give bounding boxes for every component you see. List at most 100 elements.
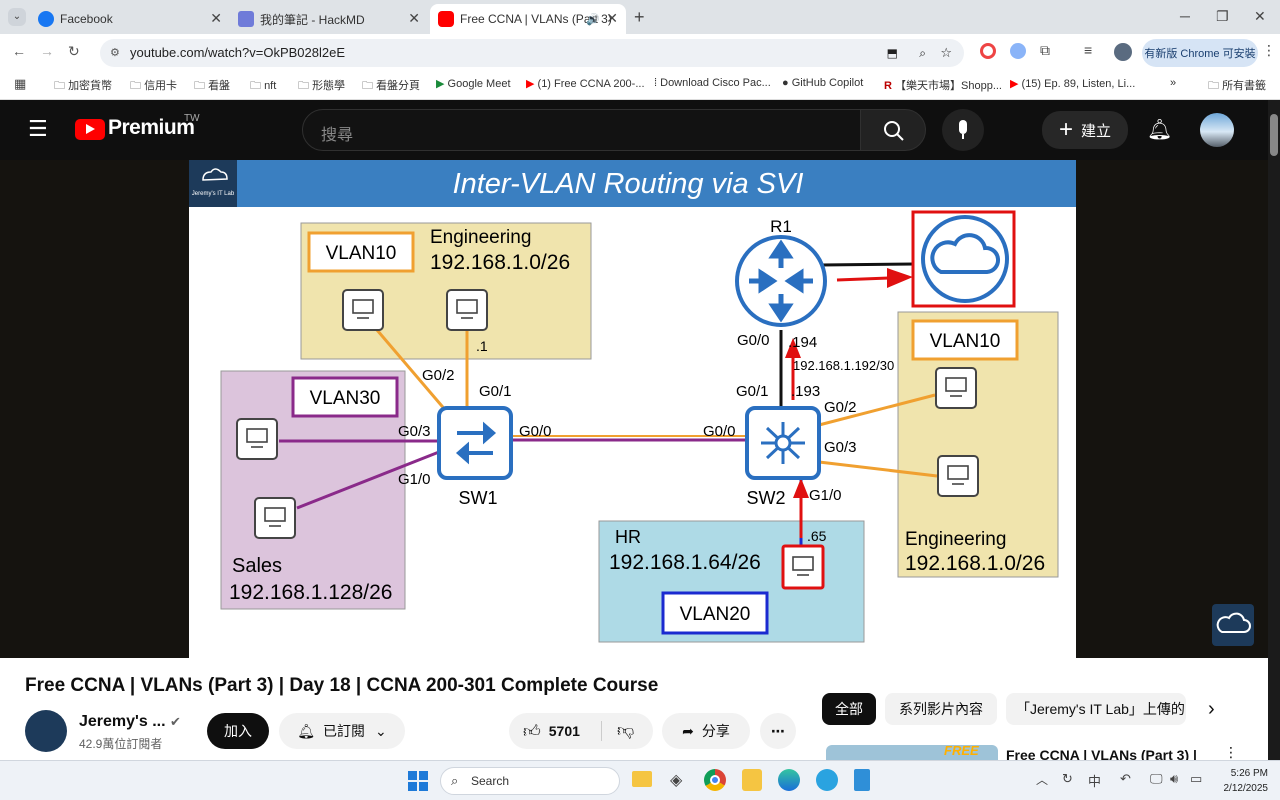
apps-grid-icon[interactable]: ▦ — [14, 76, 26, 92]
scrollbar-thumb[interactable] — [1270, 114, 1278, 156]
bookmark-item[interactable]: ⁞ Download Cisco Pac... — [654, 77, 771, 89]
chip-label: 系列影片內容 — [899, 701, 983, 717]
volume-icon[interactable]: 🔊︎ — [1170, 771, 1178, 787]
bookmark-star-icon[interactable]: ☆ — [940, 39, 952, 67]
bookmark-item[interactable]: 🗀 信用卡 — [130, 77, 177, 96]
chip-all[interactable]: 全部 — [822, 693, 876, 725]
bookmark-overflow-icon[interactable]: » — [1170, 77, 1176, 89]
telegram-icon[interactable] — [816, 769, 838, 791]
minimize-icon[interactable]: ─ — [1180, 8, 1190, 24]
extension-icon[interactable] — [1010, 43, 1026, 59]
close-window-icon[interactable]: ✕ — [1254, 8, 1266, 25]
chip-channel-uploads[interactable]: 「Jeremy's IT Lab」上傳的 — [1006, 693, 1186, 725]
menu-dots-icon[interactable]: ⋮ — [1262, 42, 1276, 59]
channel-name-text: Jeremy's ... — [79, 713, 166, 730]
install-icon[interactable]: ⬒ — [887, 39, 898, 67]
chevron-right-icon[interactable]: › — [1208, 698, 1215, 721]
hamburger-menu-icon[interactable]: ☰ — [28, 116, 48, 142]
bookmark-label: nft — [264, 80, 277, 92]
app-icon[interactable]: ◈ — [670, 770, 682, 790]
chrome-icon[interactable] — [704, 769, 726, 791]
brand-box — [189, 160, 237, 207]
bookmark-item[interactable]: ▶ (1) Free CCNA 200-... — [526, 77, 645, 90]
all-bookmarks[interactable]: 🗀 所有書籤 — [1208, 77, 1266, 96]
link-network: 192.168.1.192/30 — [793, 358, 894, 373]
battery-icon[interactable]: ▭ — [1190, 771, 1202, 787]
bookmark-item[interactable]: 🗀 看盤 — [194, 77, 230, 96]
slide-title: Inter-VLAN Routing via SVI — [453, 168, 804, 200]
profile-avatar[interactable] — [1114, 43, 1132, 61]
address-bar[interactable]: ⚙ youtube.com/watch?v=OkPB028l2eE ⬒ ⌕ ☆ — [100, 39, 964, 67]
bookmark-item[interactable]: ▶ (15) Ep. 89, Listen, Li... — [1010, 77, 1135, 90]
tab-hackmd[interactable]: 我的筆記 - HackMD ✕ — [230, 4, 428, 34]
close-icon[interactable]: ✕ — [210, 10, 222, 27]
close-icon[interactable]: ✕ — [606, 10, 618, 27]
search-button[interactable] — [860, 109, 926, 151]
sync-icon[interactable]: ↻ — [1062, 771, 1073, 787]
bell-icon[interactable]: 🔔︎ — [1147, 117, 1172, 142]
voice-search-button[interactable] — [942, 109, 984, 151]
network-icon[interactable]: 🖵 — [1150, 771, 1163, 787]
video-title: Free CCNA | VLANs (Part 3) | Day 18 | CC… — [25, 675, 659, 696]
subscribed-button[interactable]: 🔔︎ 已訂閱 ⌄ — [279, 713, 405, 749]
like-button[interactable]: 👍︎ 5701 👎︎ — [509, 713, 653, 749]
maximize-icon[interactable]: ❐ — [1216, 8, 1229, 25]
reload-icon[interactable]: ↻ — [68, 43, 80, 60]
page-scrollbar[interactable] — [1268, 100, 1280, 760]
forward-icon[interactable]: → — [40, 43, 54, 59]
extension-icon[interactable] — [980, 43, 996, 59]
media-icon[interactable]: ≡ — [1084, 42, 1092, 58]
tab-search-icon[interactable]: ⌄ — [8, 8, 26, 26]
search-icon — [884, 121, 904, 141]
bookmark-label: 形態學 — [312, 80, 346, 92]
bookmark-item[interactable]: 🗀 形態學 — [298, 77, 345, 96]
notepad-icon[interactable] — [854, 769, 870, 791]
site-info-icon[interactable]: ⚙ — [110, 39, 120, 67]
create-button[interactable]: + 建立 — [1042, 111, 1128, 149]
youtube-logo-icon[interactable] — [75, 119, 105, 140]
chevron-up-icon[interactable]: ︿ — [1036, 771, 1048, 788]
vlan-label: VLAN10 — [326, 243, 397, 264]
share-button[interactable]: ➦ 分享 — [662, 713, 750, 749]
back-icon[interactable]: ← — [12, 43, 26, 59]
close-icon[interactable]: ✕ — [408, 10, 420, 27]
search-input[interactable]: 搜尋 — [302, 109, 862, 151]
taskbar-search-input[interactable]: ⌕ Search — [440, 767, 620, 795]
user-avatar[interactable] — [1200, 113, 1234, 147]
channel-watermark-icon[interactable] — [1212, 604, 1254, 646]
tab-youtube[interactable]: Free CCNA | VLANs (Part 3) 🔊 ✕ — [430, 4, 626, 34]
puzzle-icon[interactable]: ⧉ — [1040, 42, 1050, 59]
app-icon[interactable] — [742, 769, 762, 791]
bookmark-item[interactable]: 🗀 nft — [250, 77, 276, 96]
windows-start-icon[interactable] — [408, 771, 428, 791]
youtube-icon: ▶ — [1010, 78, 1019, 90]
bookmark-item[interactable]: 🗀 加密貨幣 — [54, 77, 112, 96]
bookmark-item[interactable]: R 【樂天市場】Shopp... — [884, 77, 1002, 93]
vlan-label: VLAN30 — [310, 388, 381, 409]
recommendation-thumbnail[interactable]: FREE — [826, 743, 998, 760]
rakuten-icon: R — [884, 80, 892, 92]
join-button[interactable]: 加入 — [207, 713, 269, 749]
clock[interactable]: 5:26 PM 2/12/2025 — [1210, 766, 1269, 796]
more-actions-button[interactable]: ⋯ — [760, 713, 796, 749]
undo-icon[interactable]: ↶ — [1120, 771, 1131, 787]
search-placeholder: 搜尋 — [321, 127, 354, 144]
update-chrome-button[interactable]: 有新版 Chrome 可安裝 — [1142, 39, 1258, 67]
bookmark-item[interactable]: ▶ Google Meet — [436, 77, 511, 90]
file-explorer-icon[interactable] — [632, 771, 652, 787]
chip-series[interactable]: 系列影片內容 — [885, 693, 997, 725]
youtube-header: ☰ Premium TW 搜尋 + 建立 🔔︎ — [0, 100, 1268, 160]
more-vert-icon[interactable]: ⋮ — [1224, 744, 1238, 761]
chip-label: 全部 — [835, 701, 863, 717]
bookmark-item[interactable]: ● GitHub Copilot — [782, 77, 863, 89]
area-name: HR — [615, 527, 641, 547]
tab-facebook[interactable]: Facebook ✕ — [30, 4, 230, 34]
bookmark-item[interactable]: 🗀 看盤分頁 — [362, 77, 420, 96]
channel-name[interactable]: Jeremy's ... ✔ — [79, 713, 181, 731]
new-tab-icon[interactable]: + — [634, 7, 645, 28]
ime-indicator[interactable]: 中 — [1088, 771, 1101, 790]
zoom-icon[interactable]: ⌕ — [919, 39, 926, 67]
edge-icon[interactable] — [778, 769, 800, 791]
channel-avatar[interactable] — [25, 710, 67, 752]
thumbs-down-icon[interactable]: 👎︎ — [617, 720, 634, 741]
